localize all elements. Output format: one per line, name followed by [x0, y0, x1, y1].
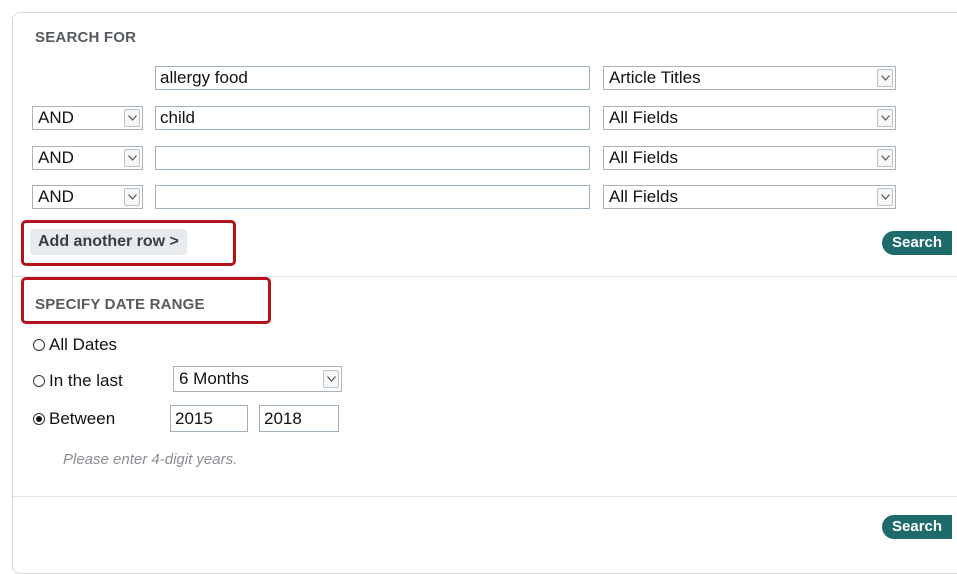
radio-between-label: Between: [49, 409, 116, 428]
search-for-title: SEARCH FOR: [35, 29, 137, 46]
operator-select-value: AND: [38, 148, 74, 167]
chevron-down-icon[interactable]: [877, 109, 893, 127]
highlight-box-date-range: [21, 277, 271, 324]
radio-checked-icon[interactable]: [33, 413, 45, 425]
operator-select-2[interactable]: AND: [32, 106, 143, 130]
operator-select-value: AND: [38, 108, 74, 127]
radio-all-dates-label: All Dates: [49, 335, 118, 354]
radio-between[interactable]: Between: [33, 408, 115, 430]
field-select-2[interactable]: All Fields: [603, 106, 896, 130]
radio-in-the-last-label: In the last: [49, 371, 123, 390]
year-format-hint: Please enter 4-digit years.: [63, 451, 238, 468]
radio-unchecked-icon[interactable]: [33, 375, 45, 387]
field-select-1[interactable]: Article Titles: [603, 66, 896, 90]
chevron-down-icon[interactable]: [877, 69, 893, 87]
field-select-value: All Fields: [609, 108, 678, 127]
operator-select-4[interactable]: AND: [32, 185, 143, 209]
last-period-value: 6 Months: [179, 369, 249, 388]
operator-select-3[interactable]: AND: [32, 146, 143, 170]
section-divider: [13, 496, 957, 497]
field-select-value: All Fields: [609, 148, 678, 167]
chevron-down-icon[interactable]: [877, 149, 893, 167]
field-select-4[interactable]: All Fields: [603, 185, 896, 209]
last-period-select[interactable]: 6 Months: [173, 366, 342, 392]
chevron-down-icon[interactable]: [124, 109, 140, 127]
search-button-top[interactable]: Search: [882, 231, 953, 255]
radio-in-the-last[interactable]: In the last: [33, 370, 123, 392]
highlight-box-add-row: [21, 220, 236, 266]
radio-unchecked-icon[interactable]: [33, 339, 45, 351]
search-term-input-3[interactable]: [155, 146, 590, 170]
search-term-input-1[interactable]: allergy food: [155, 66, 590, 90]
radio-all-dates[interactable]: All Dates: [33, 334, 117, 356]
field-select-value: All Fields: [609, 187, 678, 206]
from-year-input[interactable]: 2015: [170, 405, 248, 432]
field-select-value: Article Titles: [609, 68, 701, 87]
chevron-down-icon[interactable]: [323, 370, 339, 388]
to-year-input[interactable]: 2018: [259, 405, 339, 432]
chevron-down-icon[interactable]: [124, 188, 140, 206]
operator-select-value: AND: [38, 187, 74, 206]
search-term-input-2[interactable]: child: [155, 106, 590, 130]
chevron-down-icon[interactable]: [124, 149, 140, 167]
search-term-input-4[interactable]: [155, 185, 590, 209]
search-button-bottom[interactable]: Search: [882, 515, 953, 539]
chevron-down-icon[interactable]: [877, 188, 893, 206]
field-select-3[interactable]: All Fields: [603, 146, 896, 170]
